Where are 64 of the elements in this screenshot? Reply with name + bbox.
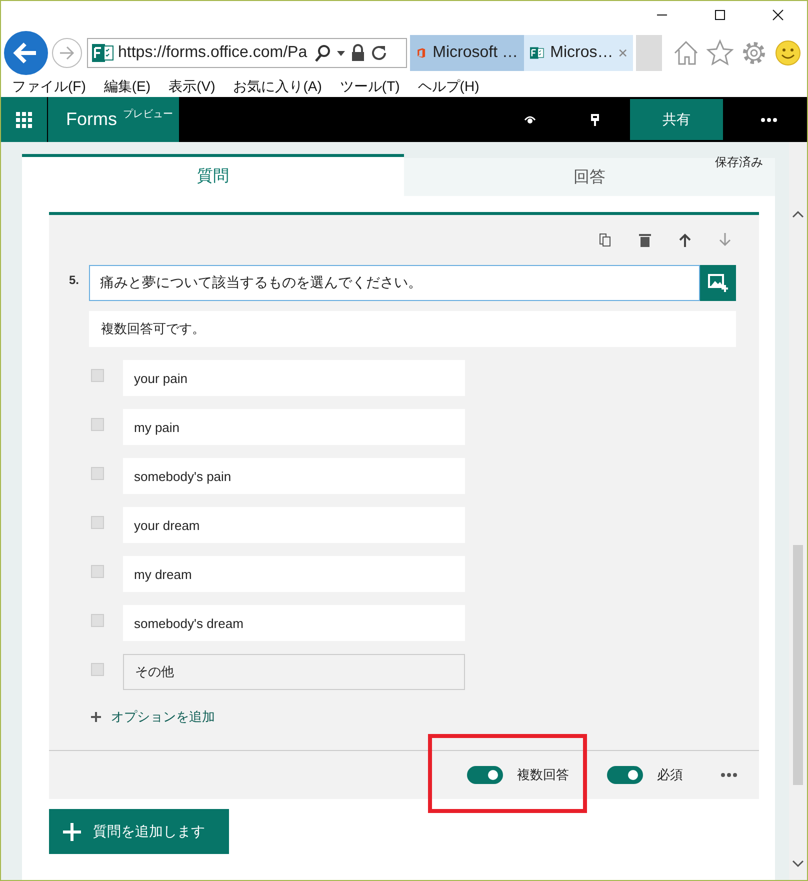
- more-icon[interactable]: [721, 773, 737, 777]
- more-icon[interactable]: [761, 118, 777, 122]
- back-button[interactable]: [4, 30, 48, 74]
- maximize-icon[interactable]: [714, 9, 726, 21]
- eye-icon[interactable]: [524, 114, 536, 124]
- checkbox[interactable]: [91, 369, 104, 382]
- menu-item[interactable]: ファイル(F): [7, 78, 91, 96]
- menu-item[interactable]: 表示(V): [164, 78, 220, 96]
- url-text: https://forms.office.com/Pa: [118, 44, 308, 62]
- smiley-icon[interactable]: [774, 38, 802, 66]
- close-tab-icon[interactable]: [619, 46, 627, 58]
- form-tab[interactable]: 質問: [22, 154, 404, 196]
- option-field[interactable]: somebody's pain: [123, 458, 465, 494]
- delete-icon[interactable]: [639, 233, 651, 247]
- toggle-switch[interactable]: [467, 766, 503, 784]
- option-field[interactable]: my pain: [123, 409, 465, 445]
- plus-icon: [91, 712, 101, 722]
- close-icon[interactable]: [772, 9, 784, 21]
- browser-tab[interactable]: Microsoft …: [410, 34, 524, 70]
- checkbox[interactable]: [91, 418, 104, 431]
- arrow-down-icon[interactable]: [719, 233, 731, 247]
- question-title-field[interactable]: 痛みと夢について該当するものを選んでください。: [89, 265, 700, 301]
- option-field[interactable]: somebody's dream: [123, 605, 465, 641]
- checkbox[interactable]: [91, 516, 104, 529]
- star-icon[interactable]: [706, 38, 734, 66]
- menu-item[interactable]: ツール(T): [334, 78, 405, 96]
- plus-icon: [63, 822, 81, 840]
- option-field[interactable]: your pain: [123, 360, 465, 396]
- pin-icon[interactable]: [590, 114, 600, 126]
- add-option-link[interactable]: オプションを追加: [91, 708, 215, 726]
- toggle-switch[interactable]: [607, 766, 643, 784]
- menu-item[interactable]: ヘルプ(H): [412, 78, 484, 96]
- menu-item[interactable]: 編集(E): [98, 78, 156, 96]
- insert-image-button[interactable]: [700, 265, 736, 301]
- other-option-field[interactable]: その他: [123, 654, 465, 690]
- app-launcher-icon[interactable]: [1, 97, 47, 142]
- scrollbar-thumb[interactable]: [793, 545, 803, 785]
- app-name: Forms: [66, 109, 117, 130]
- share-button[interactable]: 共有: [630, 99, 723, 140]
- checkbox[interactable]: [91, 663, 104, 676]
- checkbox[interactable]: [91, 614, 104, 627]
- question-subtitle-field[interactable]: 複数回答可です。: [89, 311, 736, 347]
- toggle-label: 必須: [657, 766, 683, 784]
- checkbox[interactable]: [91, 467, 104, 480]
- site-logo-icon: [92, 42, 114, 62]
- toggle-label: 複数回答: [517, 766, 569, 784]
- arrow-up-icon[interactable]: [679, 233, 691, 247]
- option-field[interactable]: my dream: [123, 556, 465, 592]
- question-number: 5.: [69, 273, 80, 287]
- copy-icon[interactable]: [599, 233, 611, 247]
- refresh-icon[interactable]: [370, 44, 388, 62]
- checkbox[interactable]: [91, 565, 104, 578]
- option-field[interactable]: your dream: [123, 507, 465, 543]
- lock-icon[interactable]: [350, 44, 366, 62]
- address-bar[interactable]: https://forms.office.com/Pa: [87, 38, 407, 68]
- browser-tab[interactable]: Micros…: [524, 34, 633, 70]
- home-icon[interactable]: [672, 38, 700, 66]
- preview-label: プレビュー: [123, 108, 173, 121]
- image-plus-icon: [708, 274, 728, 292]
- search-icon[interactable]: [314, 44, 332, 62]
- add-question-button[interactable]: 質問を追加します: [49, 809, 229, 854]
- scroll-up-icon[interactable]: [792, 210, 804, 218]
- menu-item[interactable]: お気に入り(A): [228, 78, 327, 96]
- scroll-down-icon[interactable]: [792, 860, 804, 868]
